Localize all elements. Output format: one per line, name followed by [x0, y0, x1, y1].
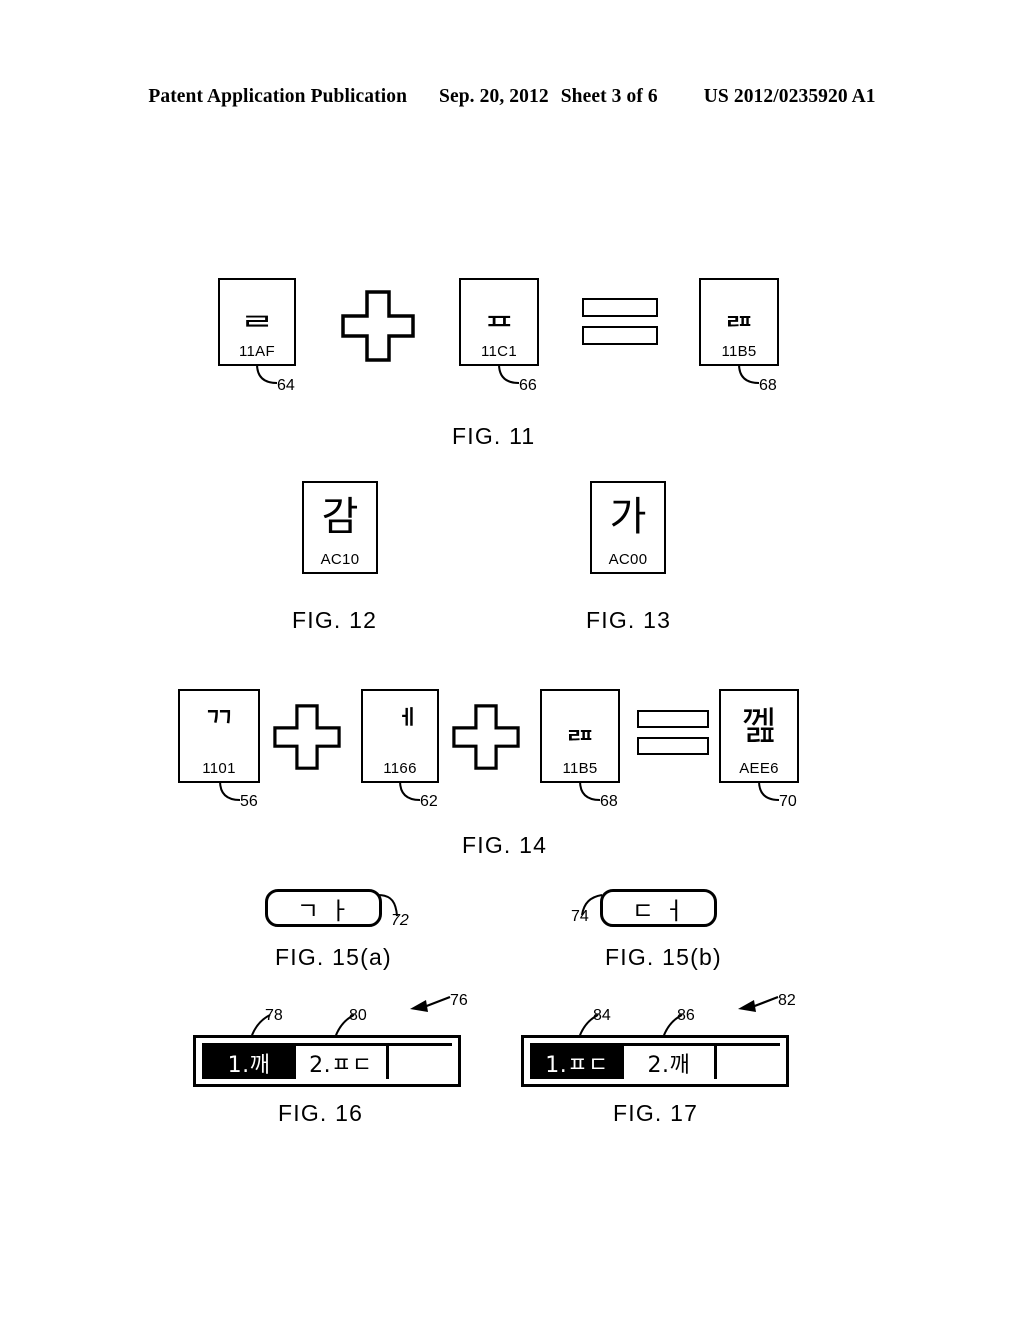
ref-number-56: 56 [240, 793, 258, 810]
fig13-box: 가 AC00 [590, 481, 666, 574]
ref-number-66: 66 [519, 377, 537, 394]
fig15b-key-row: ㄷㅓ [600, 889, 717, 927]
fig14-box-68: ᆵ 11B5 [540, 689, 620, 783]
figure-caption-14: FIG. 14 [462, 832, 548, 858]
syllable-glyph: 감 [321, 494, 359, 540]
ref-number-80: 80 [349, 1007, 367, 1024]
figure-caption-12: FIG. 12 [292, 607, 378, 633]
publication-header: Patent Application Publication Sep. 20, … [0, 86, 1024, 108]
figure-caption-17: FIG. 17 [613, 1100, 699, 1126]
arrow-82 [738, 995, 780, 1015]
plus-operator [452, 704, 520, 770]
ref-number-86: 86 [677, 1007, 695, 1024]
fig14-box-70: 껦 AEE6 [719, 689, 799, 783]
ref-number-72: 72 [391, 912, 409, 929]
unicode-code: 1166 [383, 760, 417, 777]
unicode-code: 1101 [202, 760, 236, 777]
fig11-box-66: ᇁ 11C1 [459, 278, 539, 366]
equals-bar-bottom [637, 737, 709, 755]
publication-date: Sep. 20, 2012 [439, 86, 549, 107]
jamo-glyph: ᄁ [202, 704, 236, 746]
equals-bar-top [582, 298, 658, 317]
jamo-glyph: ᆵ [722, 290, 756, 332]
ref-number-84: 84 [593, 1007, 611, 1024]
fig16-candidate-bar: 1.깨 2.ㅍㄷ [193, 1035, 461, 1087]
jamo-glyph: ᇁ [482, 290, 516, 332]
jamo-glyph: ᆯ [240, 290, 274, 332]
ref-number-68: 68 [600, 793, 618, 810]
ref-number-62: 62 [420, 793, 438, 810]
patent-number: US 2012/0235920 A1 [703, 86, 876, 107]
syllable-glyph: 껦 [741, 703, 777, 748]
ref-number-82: 82 [778, 992, 796, 1009]
jamo-glyph: ᆵ [563, 704, 597, 746]
unicode-code: AEE6 [739, 760, 779, 777]
plus-operator [341, 290, 415, 362]
candidate-cell-3[interactable] [713, 1043, 780, 1079]
fig15a-key-row: ㄱㅏ [265, 889, 382, 927]
fig11-box-64: ᆯ 11AF [218, 278, 296, 366]
figure-caption-11: FIG. 11 [452, 423, 536, 449]
ref-number-76: 76 [450, 992, 468, 1009]
publication-type: Patent Application Publication [148, 86, 408, 107]
arrow-76 [410, 995, 452, 1015]
equals-bar-bottom [582, 326, 658, 345]
syllable-glyph: 가 [609, 494, 647, 540]
unicode-code: 11B5 [721, 343, 757, 360]
unicode-code: AC00 [608, 551, 648, 568]
unicode-code: 11B5 [562, 760, 598, 777]
candidate-cell-1[interactable]: 1.ㅍㄷ [530, 1043, 621, 1079]
equals-bar-top [637, 710, 709, 728]
figure-caption-16: FIG. 16 [278, 1100, 364, 1126]
ref-number-70: 70 [779, 793, 797, 810]
sheet-number: Sheet 3 of 6 [560, 86, 658, 107]
fig11-box-68: ᆵ 11B5 [699, 278, 779, 366]
candidate-cell-2[interactable]: 2.깨 [620, 1043, 714, 1079]
figure-caption-15a: FIG. 15(a) [275, 944, 392, 970]
unicode-code: 11C1 [481, 343, 517, 360]
unicode-code: AC10 [320, 551, 360, 568]
ref-number-64: 64 [277, 377, 295, 394]
ref-number-78: 78 [265, 1007, 283, 1024]
fig14-box-62: ᅦ 1166 [361, 689, 439, 783]
unicode-code: 11AF [239, 343, 275, 360]
fig12-box: 감 AC10 [302, 481, 378, 574]
figure-caption-13: FIG. 13 [586, 607, 672, 633]
ref-number-74: 74 [571, 908, 589, 925]
equals-operator [637, 710, 709, 755]
jamo-glyph: ᅦ [383, 704, 417, 746]
candidate-cell-1[interactable]: 1.깨 [202, 1043, 293, 1079]
candidate-cell-3[interactable] [385, 1043, 452, 1079]
fig14-box-56: ᄁ 1101 [178, 689, 260, 783]
candidate-cell-2[interactable]: 2.ㅍㄷ [292, 1043, 386, 1079]
equals-operator [582, 298, 658, 345]
ref-number-68: 68 [759, 377, 777, 394]
plus-operator [273, 704, 341, 770]
fig17-candidate-bar: 1.ㅍㄷ 2.깨 [521, 1035, 789, 1087]
figure-caption-15b: FIG. 15(b) [605, 944, 722, 970]
